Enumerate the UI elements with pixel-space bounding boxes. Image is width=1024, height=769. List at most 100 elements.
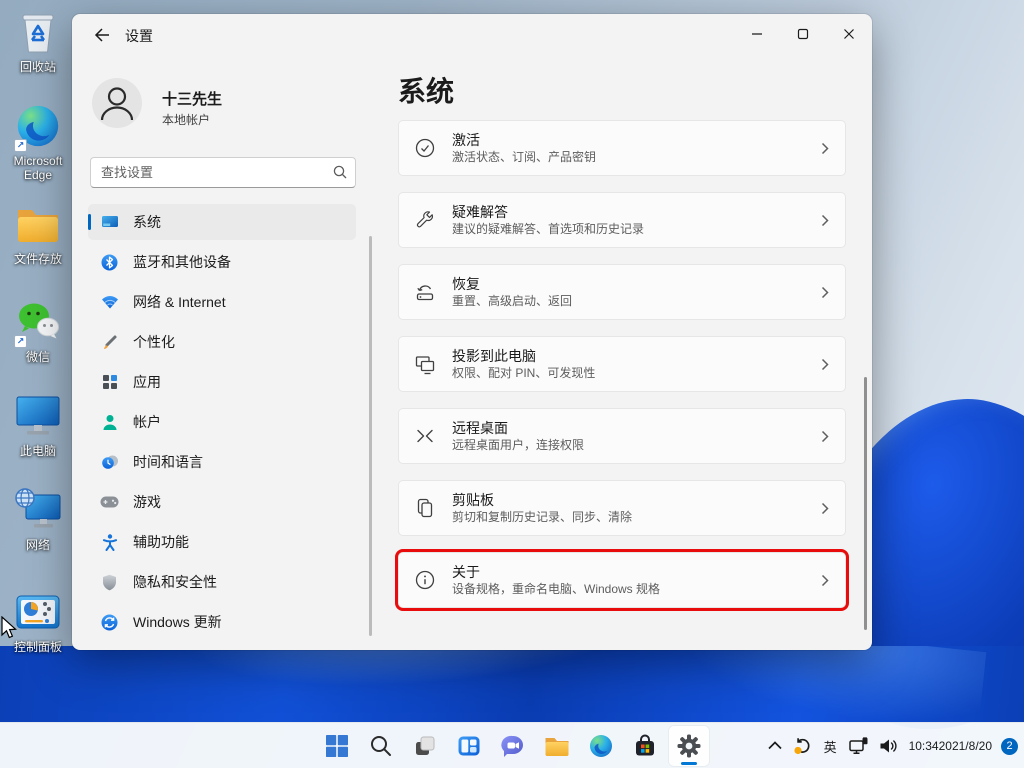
- chat-button[interactable]: [493, 726, 533, 766]
- clipboard-icon: [414, 497, 436, 519]
- chevron-right-icon: [821, 142, 829, 155]
- desktop-icon-label: 此电脑: [2, 444, 74, 458]
- titlebar[interactable]: 设置: [72, 14, 872, 54]
- card-title: 关于: [452, 563, 660, 581]
- card-title: 激活: [452, 131, 596, 149]
- desktop-icon-wechat[interactable]: ↗ 微信: [2, 300, 74, 364]
- tray-chevron-button[interactable]: [762, 726, 788, 766]
- card-about[interactable]: 关于设备规格，重命名电脑、Windows 规格: [398, 552, 846, 608]
- chevron-right-icon: [821, 358, 829, 371]
- card-title: 投影到此电脑: [452, 347, 595, 365]
- chevron-right-icon: [821, 286, 829, 299]
- back-arrow-icon: [94, 27, 110, 43]
- minimize-icon: [751, 28, 763, 40]
- language-indicator[interactable]: 英: [817, 726, 844, 766]
- card-recovery[interactable]: 恢复重置、高级启动、返回: [398, 264, 846, 320]
- store-button[interactable]: [625, 726, 665, 766]
- settings-card-list: 激活激活状态、订阅、产品密钥 疑难解答建议的疑难解答、首选项和历史记录 恢复重置…: [398, 120, 846, 624]
- volume-tray-button[interactable]: [874, 726, 903, 766]
- desktop-icon-label: Microsoft Edge: [2, 154, 74, 182]
- card-subtitle: 重置、高级启动、返回: [452, 293, 572, 309]
- card-project-to-pc[interactable]: 投影到此电脑权限、配对 PIN、可发现性: [398, 336, 846, 392]
- sidebar-item-privacy[interactable]: 隐私和安全性: [88, 564, 356, 600]
- network-tray-button[interactable]: [844, 726, 874, 766]
- shortcut-arrow-icon: ↗: [14, 335, 27, 348]
- avatar[interactable]: [92, 78, 142, 128]
- user-name: 十三先生: [162, 88, 222, 109]
- card-subtitle: 建议的疑难解答、首选项和历史记录: [452, 221, 644, 237]
- desktop-wallpaper: 回收站 ↗ Microsoft Edge 文件存放 ↗ 微信 此电脑 网络: [0, 0, 1024, 768]
- card-subtitle: 权限、配对 PIN、可发现性: [452, 365, 595, 381]
- settings-button[interactable]: [669, 726, 709, 766]
- task-view-button[interactable]: [405, 726, 445, 766]
- time-language-icon: [100, 453, 119, 471]
- personalization-icon: [100, 333, 119, 351]
- chevron-right-icon: [821, 214, 829, 227]
- search-icon: [333, 165, 347, 184]
- sidebar-scrollbar[interactable]: [369, 236, 372, 636]
- sidebar-item-personalization[interactable]: 个性化: [88, 324, 356, 360]
- troubleshoot-wrench-icon: [414, 209, 436, 231]
- widgets-icon: [457, 734, 481, 758]
- sidebar-item-apps[interactable]: 应用: [88, 364, 356, 400]
- chevron-right-icon: [821, 430, 829, 443]
- notification-badge[interactable]: 2: [1001, 738, 1018, 755]
- chevron-right-icon: [821, 574, 829, 587]
- desktop-icon-recycle-bin[interactable]: 回收站: [2, 10, 74, 74]
- sidebar-item-windows-update[interactable]: Windows 更新: [88, 604, 356, 640]
- wallpaper-bloom-band: [0, 646, 1024, 722]
- window-title: 设置: [125, 26, 153, 46]
- desktop-icon-folder[interactable]: 文件存放: [2, 202, 74, 266]
- taskbar-center: [317, 726, 709, 766]
- maximize-icon: [797, 28, 809, 40]
- sidebar-item-label: 时间和语言: [133, 452, 203, 472]
- desktop-icon-label: 文件存放: [2, 252, 74, 266]
- taskbar-search-button[interactable]: [361, 726, 401, 766]
- windows-start-icon: [325, 734, 349, 758]
- accessibility-icon: [100, 533, 119, 551]
- file-explorer-button[interactable]: [537, 726, 577, 766]
- task-view-icon: [413, 734, 437, 758]
- sidebar-item-time-language[interactable]: 时间和语言: [88, 444, 356, 480]
- wifi-icon: [100, 293, 119, 311]
- maximize-button[interactable]: [780, 14, 826, 54]
- search-input[interactable]: [90, 157, 356, 188]
- clock[interactable]: 10:34 2021/8/20: [903, 726, 996, 766]
- sidebar-item-label: 网络 & Internet: [133, 292, 226, 312]
- sidebar-item-gaming[interactable]: 游戏: [88, 484, 356, 520]
- update-pending-button[interactable]: [788, 726, 817, 766]
- user-account-type: 本地帐户: [162, 111, 210, 128]
- search-box[interactable]: [90, 157, 356, 188]
- speaker-icon: [879, 738, 898, 754]
- desktop-icon-this-pc[interactable]: 此电脑: [2, 394, 74, 458]
- sidebar-item-network[interactable]: 网络 & Internet: [88, 284, 356, 320]
- close-button[interactable]: [826, 14, 872, 54]
- widgets-button[interactable]: [449, 726, 489, 766]
- card-clipboard[interactable]: 剪贴板剪切和复制历史记录、同步、清除: [398, 480, 846, 536]
- card-title: 剪贴板: [452, 491, 632, 509]
- card-troubleshoot[interactable]: 疑难解答建议的疑难解答、首选项和历史记录: [398, 192, 846, 248]
- ethernet-network-icon: [849, 737, 869, 755]
- accounts-icon: [100, 413, 119, 431]
- privacy-shield-icon: [100, 573, 119, 591]
- close-icon: [843, 28, 855, 40]
- sidebar-item-accessibility[interactable]: 辅助功能: [88, 524, 356, 560]
- content-scrollbar[interactable]: [864, 377, 867, 630]
- edge-button[interactable]: [581, 726, 621, 766]
- card-title: 恢复: [452, 275, 572, 293]
- minimize-button[interactable]: [734, 14, 780, 54]
- desktop-icon-network[interactable]: 网络: [2, 488, 74, 552]
- back-button[interactable]: [86, 22, 118, 48]
- tray-date: 2021/8/20: [939, 739, 992, 754]
- sidebar-item-label: 帐户: [133, 412, 161, 432]
- start-button[interactable]: [317, 726, 357, 766]
- sidebar-item-system[interactable]: 系统: [88, 204, 356, 240]
- card-activation[interactable]: 激活激活状态、订阅、产品密钥: [398, 120, 846, 176]
- card-remote-desktop[interactable]: 远程桌面远程桌面用户，连接权限: [398, 408, 846, 464]
- desktop-icon-edge[interactable]: ↗ Microsoft Edge: [2, 104, 74, 182]
- sidebar-item-accounts[interactable]: 帐户: [88, 404, 356, 440]
- desktop-icon-label: 回收站: [2, 60, 74, 74]
- sidebar-item-bluetooth[interactable]: 蓝牙和其他设备: [88, 244, 356, 280]
- this-pc-icon: [14, 394, 62, 443]
- network-icon: [14, 487, 62, 538]
